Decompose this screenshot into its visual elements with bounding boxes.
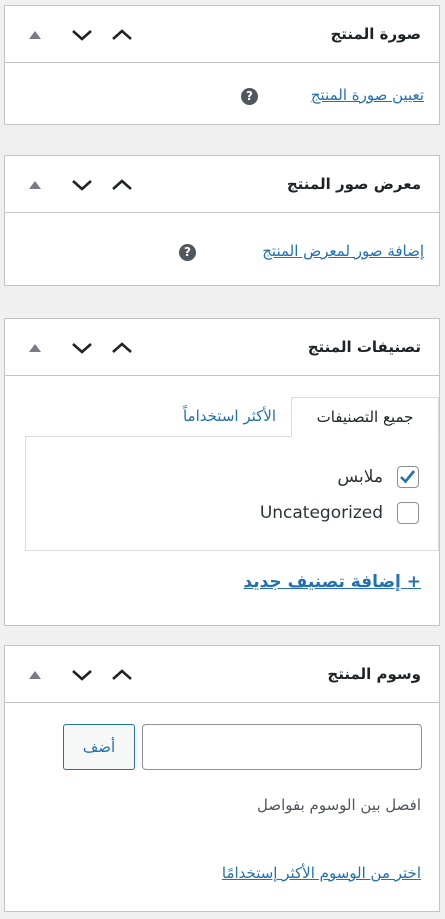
- checkmark-icon: [400, 470, 416, 484]
- add-new-category-link[interactable]: + إضافة تصنيف جديد: [243, 572, 421, 592]
- chevron-up-icon[interactable]: [109, 172, 135, 198]
- add-tag-button[interactable]: أضف: [63, 724, 135, 770]
- product-image-panel: صورة المنتج تعيين صورة المنتج ?: [4, 5, 440, 125]
- categories-body: جميع التصنيفات الأكثر استخداماً ملابس Un…: [5, 376, 439, 626]
- panel-title: معرض صور المنتج: [286, 175, 421, 193]
- chevron-up-icon[interactable]: [109, 662, 135, 688]
- panel-header: معرض صور المنتج: [5, 156, 439, 213]
- chevron-up-icon[interactable]: [109, 22, 135, 48]
- category-checklist: ملابس Uncategorized: [25, 436, 439, 551]
- category-label: Uncategorized: [259, 503, 383, 523]
- chevron-down-icon[interactable]: [69, 172, 95, 198]
- category-checkbox-clothing[interactable]: [397, 466, 419, 488]
- triangle-up-icon[interactable]: [22, 172, 48, 198]
- panel-header: تصنيفات المنتج: [5, 319, 439, 376]
- category-checkbox-uncategorized[interactable]: [397, 502, 419, 524]
- panel-title: صورة المنتج: [330, 25, 422, 43]
- help-icon[interactable]: ?: [179, 244, 196, 261]
- product-tags-panel: وسوم المنتج أضف افصل بين الوسوم بفواصل ا…: [4, 645, 440, 912]
- triangle-up-icon[interactable]: [22, 335, 48, 361]
- triangle-up-icon[interactable]: [22, 662, 48, 688]
- product-gallery-panel: معرض صور المنتج إضافة صور لمعرض المنتج ?: [4, 155, 440, 286]
- chevron-down-icon[interactable]: [69, 335, 95, 361]
- set-product-image-link[interactable]: تعيين صورة المنتج: [311, 86, 424, 104]
- chevron-down-icon[interactable]: [69, 22, 95, 48]
- chevron-up-icon[interactable]: [109, 335, 135, 361]
- tag-input[interactable]: [142, 724, 422, 770]
- add-gallery-images-link[interactable]: إضافة صور لمعرض المنتج: [262, 242, 424, 260]
- panel-title: وسوم المنتج: [327, 665, 421, 683]
- triangle-up-icon[interactable]: [22, 22, 48, 48]
- panel-title: تصنيفات المنتج: [307, 338, 421, 356]
- category-label: ملابس: [337, 467, 383, 487]
- tag-hint: افصل بين الوسوم بفواصل: [257, 796, 421, 814]
- panel-header: وسوم المنتج: [5, 646, 439, 703]
- chevron-down-icon[interactable]: [69, 662, 95, 688]
- panel-header: صورة المنتج: [5, 6, 439, 63]
- choose-most-used-tags-link[interactable]: اختر من الوسوم الأكثر إستخدامًا: [222, 864, 421, 882]
- tab-all-categories[interactable]: جميع التصنيفات: [291, 397, 439, 437]
- help-icon[interactable]: ?: [241, 88, 258, 105]
- product-categories-panel: تصنيفات المنتج جميع التصنيفات الأكثر است…: [4, 318, 440, 626]
- tab-most-used[interactable]: الأكثر استخداماً: [183, 397, 276, 437]
